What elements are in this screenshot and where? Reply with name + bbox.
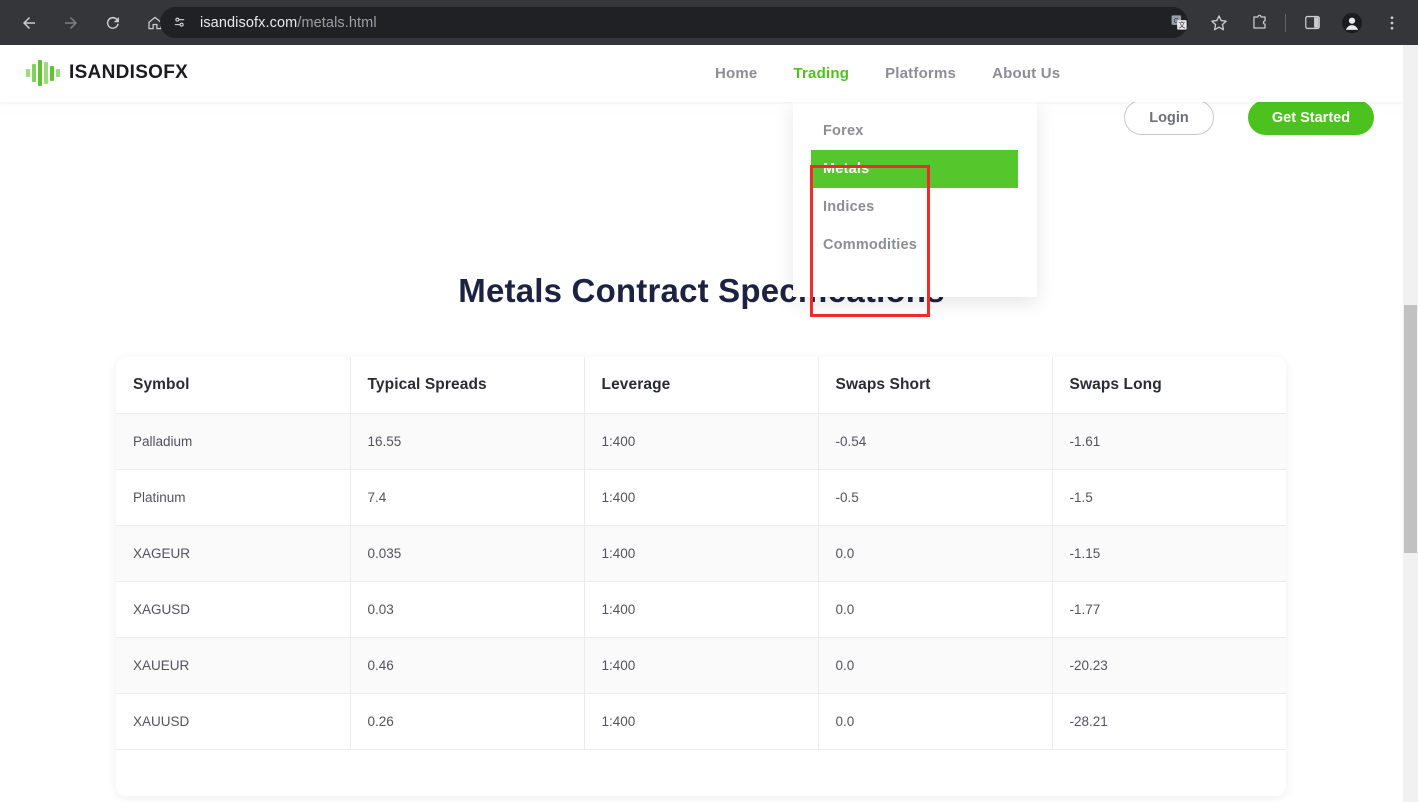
table-row: Palladium 16.55 1:400 -0.54 -1.61 — [116, 413, 1286, 470]
table-row: XAGUSD 0.03 1:400 0.0 -1.77 — [116, 581, 1286, 638]
nav-item-home[interactable]: Home — [715, 65, 757, 82]
cell-swaps-long: -1.77 — [1052, 581, 1286, 638]
cell-symbol: XAGUSD — [116, 581, 351, 638]
cell-symbol: XAGEUR — [116, 525, 351, 582]
bookmark-button[interactable] — [1204, 8, 1234, 38]
side-panel-icon — [1304, 15, 1320, 30]
translate-icon: G 文 — [1171, 15, 1187, 30]
cell-swaps-short: 0.0 — [818, 637, 1053, 694]
column-header-swaps-long: Swaps Long — [1052, 357, 1286, 414]
cell-symbol: XAUUSD — [116, 693, 351, 750]
nav-item-platforms[interactable]: Platforms — [885, 65, 956, 82]
logo-bars-icon — [26, 58, 60, 88]
browser-nav-buttons — [0, 6, 176, 40]
page-viewport: Metals Contract Specifications Symbol Ty… — [0, 45, 1418, 802]
cell-symbol: Platinum — [116, 469, 351, 526]
cell-typical-spreads: 7.4 — [350, 469, 585, 526]
back-button[interactable] — [12, 6, 46, 40]
side-panel-button[interactable] — [1297, 8, 1327, 38]
table-body: Palladium 16.55 1:400 -0.54 -1.61 Platin… — [116, 413, 1286, 750]
forward-button[interactable] — [54, 6, 88, 40]
page-title: Metals Contract Specifications — [458, 272, 945, 309]
cell-leverage: 1:400 — [584, 525, 819, 582]
star-icon — [1211, 14, 1227, 30]
nav-item-trading[interactable]: Trading — [793, 65, 849, 82]
cell-typical-spreads: 16.55 — [350, 413, 585, 470]
get-started-button[interactable]: Get Started — [1248, 100, 1374, 135]
browser-chrome: isandisofx.com/metals.html G 文 — [0, 0, 1418, 45]
cell-leverage: 1:400 — [584, 637, 819, 694]
table-footer — [116, 749, 1286, 796]
cell-swaps-long: -20.23 — [1052, 637, 1286, 694]
extensions-puzzle-icon — [1252, 14, 1266, 29]
table-header-row: Symbol Typical Spreads Leverage Swaps Sh… — [116, 357, 1286, 414]
brand-name: ISANDISOFX — [69, 62, 189, 83]
cell-typical-spreads: 0.46 — [350, 637, 585, 694]
address-bar[interactable]: isandisofx.com/metals.html — [160, 7, 1188, 38]
page-settings-icon — [174, 17, 184, 27]
site-header: ISANDISOFX Home Trading Platforms About … — [0, 45, 1403, 102]
cell-typical-spreads: 0.03 — [350, 581, 585, 638]
cell-typical-spreads: 0.26 — [350, 693, 585, 750]
browser-menu-button[interactable] — [1377, 8, 1407, 38]
cell-swaps-short: 0.0 — [818, 581, 1053, 638]
login-button[interactable]: Login — [1124, 100, 1214, 135]
dropdown-item-metals[interactable]: Metals — [811, 150, 1018, 188]
main-navigation: Home Trading Platforms About Us — [715, 45, 1060, 102]
url-text: isandisofx.com/metals.html — [200, 15, 377, 31]
cell-typical-spreads: 0.035 — [350, 525, 585, 582]
cell-swaps-short: -0.5 — [818, 469, 1053, 526]
cell-swaps-long: -1.5 — [1052, 469, 1286, 526]
trading-dropdown-menu: Forex Metals Indices Commodities — [793, 102, 1037, 297]
scrollbar-thumb[interactable] — [1404, 305, 1417, 553]
table-row: Platinum 7.4 1:400 -0.5 -1.5 — [116, 469, 1286, 526]
cell-swaps-short: -0.54 — [818, 413, 1053, 470]
cell-leverage: 1:400 — [584, 581, 819, 638]
toolbar-divider — [1285, 13, 1286, 32]
dropdown-item-indices[interactable]: Indices — [811, 188, 1018, 226]
column-header-swaps-short: Swaps Short — [818, 357, 1053, 414]
svg-text:文: 文 — [1178, 21, 1185, 30]
cell-swaps-long: -1.15 — [1052, 525, 1286, 582]
spec-table-card: Symbol Typical Spreads Leverage Swaps Sh… — [116, 357, 1286, 796]
column-header-leverage: Leverage — [584, 357, 819, 414]
page-scrollbar[interactable] — [1403, 45, 1418, 802]
table-row: XAUEUR 0.46 1:400 0.0 -20.23 — [116, 637, 1286, 694]
cell-leverage: 1:400 — [584, 413, 819, 470]
profile-button[interactable] — [1337, 8, 1367, 38]
url-path: /metals.html — [297, 14, 377, 31]
site-info-button[interactable] — [166, 10, 192, 36]
table-row: XAGEUR 0.035 1:400 0.0 -1.15 — [116, 525, 1286, 582]
cell-leverage: 1:400 — [584, 693, 819, 750]
column-header-symbol: Symbol — [116, 357, 351, 414]
extensions-button[interactable] — [1244, 8, 1274, 38]
profile-avatar-icon — [1341, 12, 1363, 33]
cell-swaps-short: 0.0 — [818, 525, 1053, 582]
three-dot-menu-icon — [1390, 15, 1394, 30]
cell-swaps-long: -1.61 — [1052, 413, 1286, 470]
table-row: XAUUSD 0.26 1:400 0.0 -28.21 — [116, 693, 1286, 750]
reload-icon — [106, 16, 119, 29]
cell-swaps-long: -28.21 — [1052, 693, 1286, 750]
cell-leverage: 1:400 — [584, 469, 819, 526]
forward-arrow-icon — [65, 16, 77, 29]
nav-item-about-us[interactable]: About Us — [992, 65, 1060, 82]
metals-spec-table: Symbol Typical Spreads Leverage Swaps Sh… — [116, 357, 1286, 750]
cell-swaps-short: 0.0 — [818, 693, 1053, 750]
dropdown-item-forex[interactable]: Forex — [811, 112, 1018, 150]
brand-logo[interactable]: ISANDISOFX — [26, 58, 188, 88]
translate-button[interactable]: G 文 — [1164, 8, 1194, 38]
reload-button[interactable] — [96, 6, 130, 40]
chrome-right-actions: G 文 — [1159, 0, 1418, 45]
back-arrow-icon — [23, 16, 35, 29]
cell-symbol: XAUEUR — [116, 637, 351, 694]
dropdown-item-commodities[interactable]: Commodities — [811, 226, 1018, 264]
column-header-typical-spreads: Typical Spreads — [350, 357, 585, 414]
url-host: isandisofx.com — [200, 14, 298, 31]
table-head: Symbol Typical Spreads Leverage Swaps Sh… — [116, 357, 1286, 414]
cell-symbol: Palladium — [116, 413, 351, 470]
